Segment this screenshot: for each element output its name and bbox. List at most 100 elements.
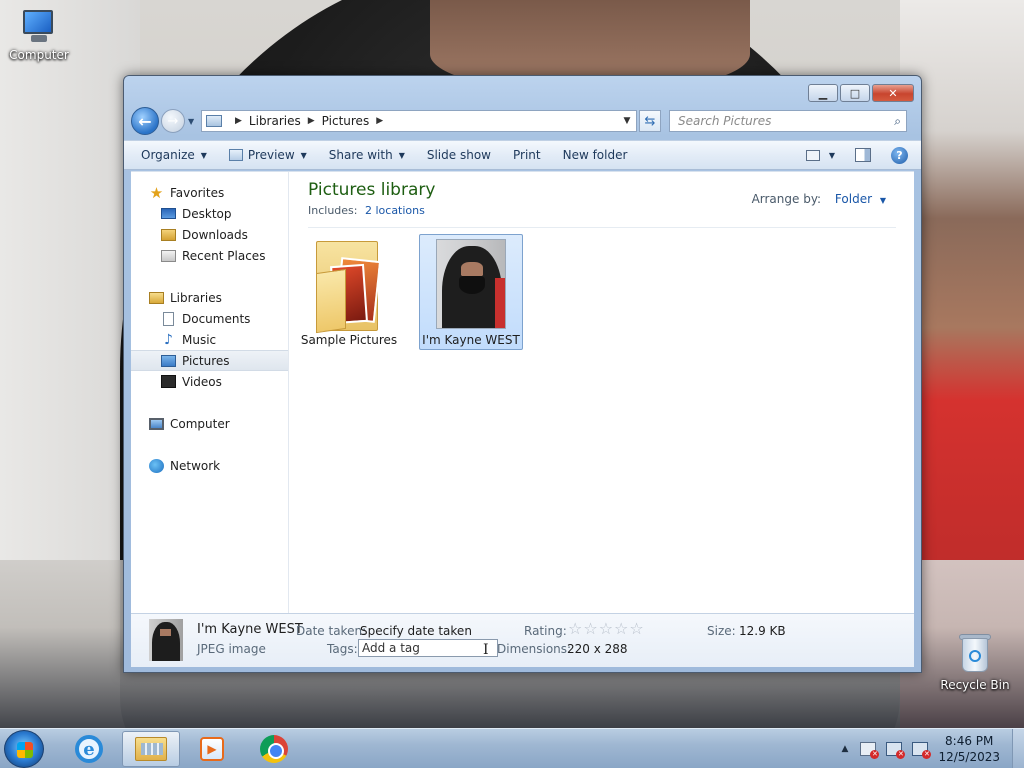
- pictures-icon: [161, 354, 176, 367]
- nav-item-recent-places[interactable]: Recent Places: [131, 245, 288, 266]
- view-options-chevron-icon[interactable]: ▼: [829, 151, 835, 160]
- details-thumbnail: [149, 619, 183, 661]
- file-item-label: I'm Kayne WEST: [422, 333, 520, 347]
- chevron-down-icon: ▼: [300, 150, 307, 160]
- navigation-bar: ← → ▼ ▶ Libraries ▶ Pictures ▶ ▼ ⇆ Searc…: [131, 106, 914, 136]
- change-view-icon[interactable]: [805, 149, 820, 161]
- chevron-down-icon[interactable]: ▼: [880, 196, 886, 205]
- file-list-pane: Pictures library Includes: 2 locations A…: [290, 172, 914, 614]
- nav-item-label: Computer: [170, 416, 230, 431]
- desktop-icon-computer[interactable]: Computer: [1, 10, 77, 62]
- chevron-down-icon: ▼: [623, 116, 631, 126]
- nav-item-documents[interactable]: Documents: [131, 308, 288, 329]
- share-with-button[interactable]: Share with ▼: [329, 148, 405, 162]
- arrange-by-dropdown[interactable]: Folder: [835, 192, 872, 206]
- taskbar-app-media-player[interactable]: ▶: [183, 731, 241, 767]
- breadcrumb-libraries[interactable]: Libraries: [249, 114, 301, 128]
- breadcrumb-separator[interactable]: ▶: [235, 116, 242, 126]
- preview-label: Preview: [247, 148, 295, 162]
- chevron-down-icon: ▼: [398, 150, 405, 160]
- network-globe-icon: [149, 458, 164, 473]
- navigation-pane: ★ Favorites Desktop Downloads Recent Pla…: [131, 172, 289, 614]
- nav-item-pictures[interactable]: Pictures: [131, 350, 288, 371]
- file-item-label: Sample Pictures: [300, 333, 398, 347]
- start-button[interactable]: [4, 730, 44, 768]
- network-status-icon[interactable]: ✕: [886, 742, 906, 759]
- nav-item-label: Desktop: [182, 206, 232, 221]
- details-file-type: JPEG image: [197, 642, 266, 656]
- dimensions-value: 220 x 288: [567, 642, 628, 656]
- breadcrumb-pictures[interactable]: Pictures: [322, 114, 370, 128]
- downloads-icon: [161, 228, 176, 241]
- file-item-sample-pictures[interactable]: Sample Pictures: [297, 234, 401, 350]
- details-file-name: I'm Kayne WEST: [197, 622, 303, 637]
- nav-item-computer[interactable]: Computer: [131, 413, 288, 434]
- share-with-label: Share with: [328, 148, 393, 162]
- library-locations-link[interactable]: 2 locations: [365, 204, 425, 217]
- breadcrumb-separator[interactable]: ▶: [376, 116, 383, 126]
- refresh-icon: ⇆: [644, 113, 656, 129]
- desktop-icon-computer-label: Computer: [9, 48, 69, 62]
- nav-item-music[interactable]: ♪ Music: [131, 329, 288, 350]
- wallpaper-left-region: [0, 0, 140, 560]
- tags-input[interactable]: Add a tag: [358, 639, 498, 657]
- document-icon: [163, 311, 174, 326]
- clock-date: 12/5/2023: [938, 750, 1000, 764]
- volume-muted-icon[interactable]: ✕: [912, 742, 932, 759]
- windows-explorer-icon: [135, 737, 167, 761]
- includes-label: Includes:: [308, 204, 358, 217]
- nav-item-label: Libraries: [170, 290, 222, 305]
- search-input[interactable]: Search Pictures ⌕: [669, 110, 907, 132]
- text-cursor-icon: I: [483, 642, 489, 658]
- chrome-icon: [260, 735, 288, 763]
- organize-label: Organize: [141, 148, 195, 162]
- date-taken-value[interactable]: Specify date taken: [360, 624, 472, 638]
- nav-item-label: Favorites: [170, 185, 225, 200]
- search-placeholder: Search Pictures: [678, 114, 772, 128]
- taskbar-app-windows-explorer[interactable]: [122, 731, 180, 767]
- chevron-down-icon: ▼: [200, 150, 207, 160]
- forward-button[interactable]: →: [161, 109, 185, 133]
- library-folder-icon: [206, 115, 222, 127]
- file-item-im-kayne-west[interactable]: I'm Kayne WEST: [419, 234, 523, 350]
- nav-item-downloads[interactable]: Downloads: [131, 224, 288, 245]
- new-folder-button[interactable]: New folder: [563, 148, 628, 162]
- taskbar-app-chrome[interactable]: [245, 731, 303, 767]
- nav-item-videos[interactable]: Videos: [131, 371, 288, 392]
- maximize-button[interactable]: □: [840, 84, 870, 102]
- action-center-icon[interactable]: ✕: [860, 742, 880, 759]
- breadcrumb-separator[interactable]: ▶: [308, 116, 315, 126]
- search-icon[interactable]: ⌕: [894, 114, 901, 129]
- desktop-icon-recycle-bin[interactable]: Recycle Bin: [937, 632, 1013, 692]
- print-button[interactable]: Print: [513, 148, 541, 162]
- nav-item-favorites[interactable]: ★ Favorites: [131, 182, 288, 203]
- nav-item-desktop[interactable]: Desktop: [131, 203, 288, 224]
- preview-button[interactable]: Preview ▼: [228, 148, 307, 162]
- organize-button[interactable]: Organize ▼: [141, 148, 207, 162]
- refresh-button[interactable]: ⇆: [639, 110, 661, 132]
- show-desktop-button[interactable]: [1012, 729, 1024, 768]
- nav-item-network[interactable]: Network: [131, 455, 288, 476]
- address-dropdown[interactable]: ▼: [618, 116, 636, 126]
- slide-show-button[interactable]: Slide show: [427, 148, 491, 162]
- arrange-by-control: Arrange by: Folder ▼: [752, 192, 886, 206]
- back-button[interactable]: ←: [131, 107, 159, 135]
- preview-pane-icon[interactable]: [855, 148, 871, 162]
- taskbar-app-internet-explorer[interactable]: e: [60, 731, 118, 767]
- address-bar[interactable]: ▶ Libraries ▶ Pictures ▶ ▼: [201, 110, 637, 132]
- show-hidden-icons-button[interactable]: ▲: [842, 744, 849, 754]
- clock-time: 8:46 PM: [945, 734, 994, 748]
- minimize-button[interactable]: ▁: [808, 84, 838, 102]
- arrange-by-label: Arrange by:: [751, 192, 822, 206]
- chevron-down-icon: ▼: [188, 116, 195, 126]
- nav-item-libraries[interactable]: Libraries: [131, 287, 288, 308]
- preview-icon: [228, 149, 243, 161]
- help-icon[interactable]: ?: [891, 146, 908, 164]
- recent-pages-dropdown[interactable]: ▼: [188, 117, 198, 126]
- close-button[interactable]: ✕: [872, 84, 914, 102]
- taskbar-clock[interactable]: 8:46 PM 12/5/2023: [938, 733, 1000, 765]
- rating-stars[interactable]: ☆☆☆☆☆: [568, 619, 645, 638]
